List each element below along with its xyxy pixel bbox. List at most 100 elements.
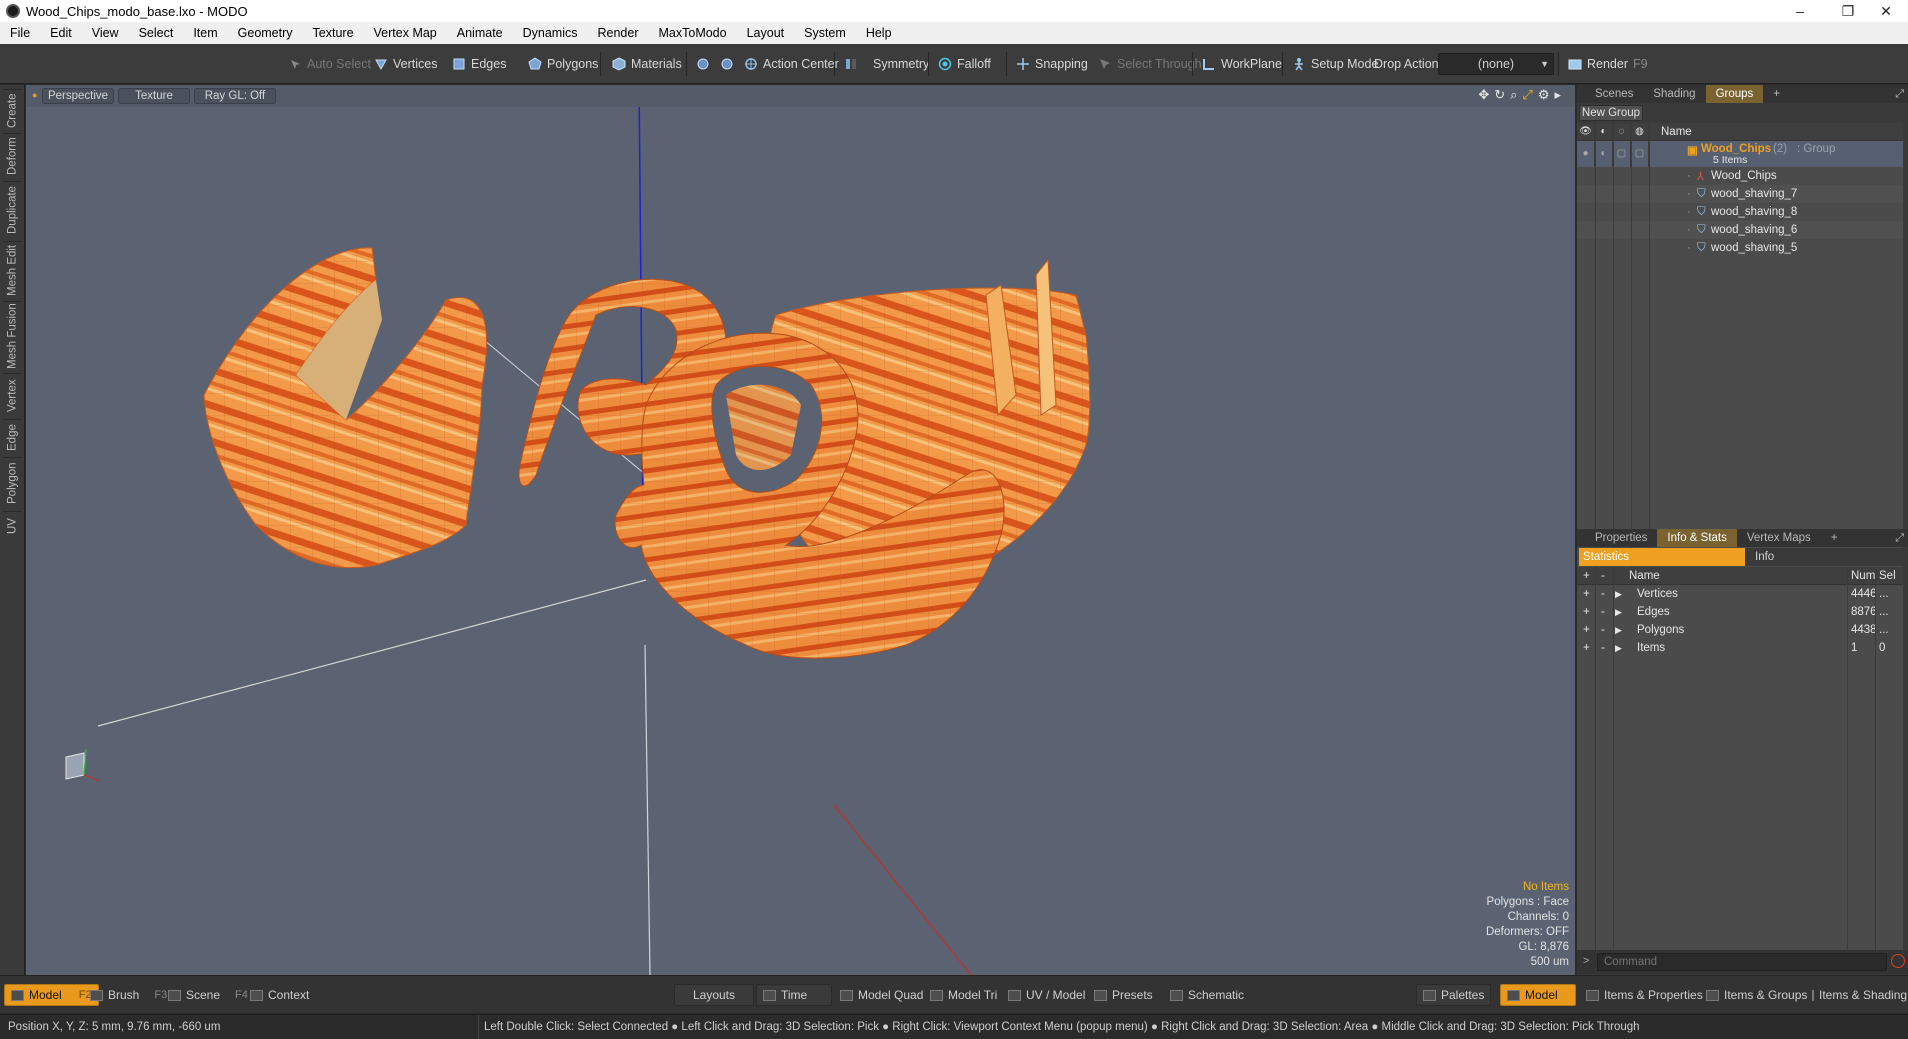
tab-mesh-fusion[interactable]: Mesh Fusion [3, 301, 22, 371]
menu-texture[interactable]: Texture [303, 26, 364, 40]
items-shading-button[interactable]: Items & Shading [1806, 984, 1908, 1006]
tab-mesh-edit[interactable]: Mesh Edit [3, 241, 22, 299]
collapse-minus-icon[interactable]: - [1601, 624, 1605, 636]
center-tool-icon[interactable] [714, 53, 740, 75]
record-icon[interactable] [1891, 954, 1905, 968]
expand-panel-icon[interactable]: ⤢ [1895, 88, 1904, 101]
symmetry-button[interactable]: Symmetry [838, 53, 935, 75]
rotate-icon[interactable]: ↻ [1494, 87, 1505, 103]
zoom-icon[interactable]: ⌕ [1510, 87, 1517, 103]
triangle-right-icon[interactable]: ▶ [1615, 589, 1622, 600]
list-item[interactable]: · ⛉ wood_shaving_8 [1577, 203, 1903, 221]
menu-view[interactable]: View [82, 26, 129, 40]
scene-layout-button[interactable]: Scene F4 [162, 984, 254, 1006]
menu-select[interactable]: Select [129, 26, 184, 40]
table-row[interactable]: + - ▶ Items 1 0 [1577, 639, 1903, 657]
snapping-button[interactable]: Snapping [1010, 53, 1094, 75]
tab-vertex[interactable]: Vertex [3, 373, 22, 417]
lock-toggle-icon[interactable]: ▢ [1613, 141, 1631, 167]
group-row-wood-chips[interactable]: ● ◐ ▢ ▢ ▣ Wood_Chips (2) : Group 5 Items [1577, 141, 1903, 167]
menu-dynamics[interactable]: Dynamics [513, 26, 588, 40]
expand-panel-icon[interactable]: ⤢ [1895, 532, 1904, 545]
visibility-eye-icon[interactable]: ● [1577, 141, 1595, 167]
select-toggle-icon[interactable]: ▢ [1631, 141, 1649, 167]
menu-item[interactable]: Item [183, 26, 227, 40]
info-subtab[interactable]: Info [1745, 548, 1774, 566]
tab-uv[interactable]: UV [3, 511, 22, 541]
render-button[interactable]: Render F9 [1562, 53, 1654, 75]
minimize-button[interactable]: – [1778, 0, 1822, 22]
tab-info-stats[interactable]: Info & Stats [1657, 529, 1737, 547]
render-toggle-icon[interactable]: ◐ [1595, 141, 1613, 167]
tab-vertex-maps[interactable]: Vertex Maps [1737, 529, 1821, 547]
expand-plus-icon[interactable]: + [1583, 642, 1590, 654]
tab-scenes[interactable]: Scenes [1577, 85, 1643, 103]
workplane-button[interactable]: WorkPlane [1196, 53, 1288, 75]
menu-maxtomodo[interactable]: MaxToModo [649, 26, 737, 40]
brush-layout-button[interactable]: Brush F3 [84, 984, 173, 1006]
add-tab-button[interactable]: + [1821, 529, 1848, 547]
tab-properties[interactable]: Properties [1577, 529, 1657, 547]
list-item[interactable]: · ⅄ Wood_Chips [1577, 167, 1903, 185]
collapse-minus-icon[interactable]: - [1601, 606, 1605, 618]
edges-button[interactable]: Edges [446, 53, 512, 75]
tab-shading[interactable]: Shading [1643, 85, 1705, 103]
expand-plus-icon[interactable]: + [1583, 624, 1590, 636]
schematic-button[interactable]: Schematic [1164, 984, 1250, 1006]
pivot-tool-icon[interactable] [690, 53, 716, 75]
tab-groups[interactable]: Groups [1705, 85, 1764, 103]
model-tri-button[interactable]: Model Tri [924, 984, 1003, 1006]
table-row[interactable]: + - ▶ Vertices 4446 ... [1577, 585, 1903, 603]
items-properties-button[interactable]: Items & Properties [1580, 984, 1709, 1006]
uv-model-button[interactable]: UV / Model [1002, 984, 1091, 1006]
statistics-subtab[interactable]: Statistics [1579, 548, 1745, 566]
triangle-right-icon[interactable]: ▶ [1615, 607, 1622, 618]
expand-plus-icon[interactable]: + [1583, 606, 1590, 618]
shading-texture-tab[interactable]: Texture [118, 88, 190, 104]
triangle-right-icon[interactable]: ▶ [1615, 625, 1622, 636]
new-group-button[interactable]: New Group [1579, 105, 1643, 121]
polygons-button[interactable]: Polygons [522, 53, 604, 75]
palettes-button[interactable]: Palettes [1416, 984, 1492, 1006]
context-layout-button[interactable]: Context [244, 984, 315, 1006]
drop-action-dropdown[interactable]: (none) ▼ [1438, 53, 1554, 75]
list-item[interactable]: · ⛉ wood_shaving_6 [1577, 221, 1903, 239]
tab-polygon[interactable]: Polygon [3, 457, 22, 509]
settings-gear-icon[interactable]: ⚙ [1538, 87, 1550, 103]
list-item[interactable]: · ⛉ wood_shaving_7 [1577, 185, 1903, 203]
add-tab-button[interactable]: + [1763, 85, 1790, 103]
expand-arrow-icon[interactable]: ▸ [1554, 87, 1561, 103]
tab-create[interactable]: Create [3, 89, 22, 131]
table-row[interactable]: + - ▶ Polygons 4438 ... [1577, 621, 1903, 639]
menu-system[interactable]: System [794, 26, 856, 40]
tab-edge[interactable]: Edge [3, 419, 22, 455]
ray-gl-tab[interactable]: Ray GL: Off [194, 88, 276, 104]
auto-select-button[interactable]: Auto Select [282, 53, 377, 75]
list-item[interactable]: · ⛉ wood_shaving_5 [1577, 239, 1903, 257]
tab-duplicate[interactable]: Duplicate [3, 181, 22, 239]
pan-icon[interactable]: ✥ [1478, 87, 1489, 103]
falloff-button[interactable]: Falloff [932, 53, 997, 75]
layouts-button[interactable]: Layouts [674, 984, 754, 1006]
menu-vertex-map[interactable]: Vertex Map [364, 26, 447, 40]
time-button[interactable]: Time [756, 984, 832, 1006]
model-quad-button[interactable]: Model Quad [834, 984, 929, 1006]
model-right-button[interactable]: Model [1500, 984, 1576, 1006]
close-button[interactable]: ✕ [1864, 0, 1908, 22]
menu-geometry[interactable]: Geometry [228, 26, 303, 40]
triangle-right-icon[interactable]: ▶ [1615, 643, 1622, 654]
menu-edit[interactable]: Edit [40, 26, 82, 40]
items-groups-button[interactable]: Items & Groups [1700, 984, 1813, 1006]
collapse-minus-icon[interactable]: - [1601, 642, 1605, 654]
3d-viewport[interactable]: ● Perspective Texture Ray GL: Off ✥ ↻ ⌕ … [26, 85, 1575, 975]
command-input[interactable] [1597, 953, 1887, 971]
menu-help[interactable]: Help [856, 26, 902, 40]
menu-animate[interactable]: Animate [447, 26, 513, 40]
fit-icon[interactable]: ⤢ [1522, 87, 1532, 103]
select-through-button[interactable]: Select Through [1092, 53, 1208, 75]
menu-render[interactable]: Render [588, 26, 649, 40]
vertices-button[interactable]: Vertices [368, 53, 443, 75]
menu-layout[interactable]: Layout [737, 26, 795, 40]
view-perspective-tab[interactable]: Perspective [42, 88, 114, 104]
viewport-menu-icon[interactable]: ● [32, 90, 37, 100]
